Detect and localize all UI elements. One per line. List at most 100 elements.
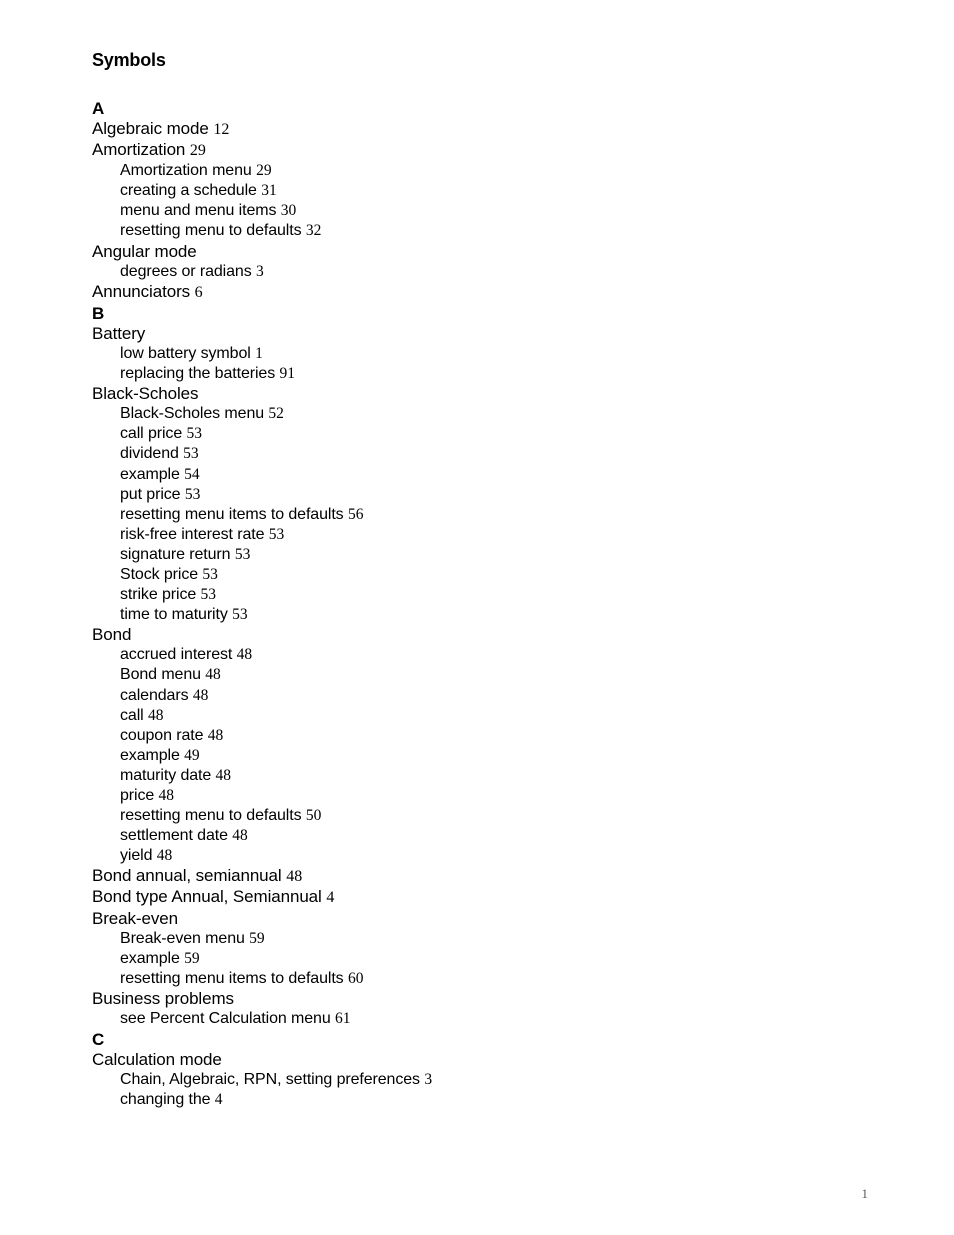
index-entry: Bond type Annual, Semiannual 4 xyxy=(92,887,852,908)
index-subentry: time to maturity 53 xyxy=(120,605,852,625)
page-title: Symbols xyxy=(92,50,166,70)
index-section: A Algebraic mode 12 Amortization 29 Amortiz… xyxy=(92,98,852,303)
index-entry-page-number: 31 xyxy=(261,182,277,200)
index-entry-label: low battery symbol xyxy=(120,344,251,362)
index-entry-label: replacing the batteries xyxy=(120,365,276,383)
index-subentry: coupon rate 48 xyxy=(120,726,852,746)
index-entry-page-number: 48 xyxy=(205,666,221,684)
index-subentry: call 48 xyxy=(120,706,852,726)
index-entry-page-number: 60 xyxy=(347,969,364,987)
index-entry-page-number: 30 xyxy=(280,202,297,220)
index-entry-label: Stock price xyxy=(120,565,199,583)
index-subentry: degrees or radians 3 xyxy=(120,262,852,282)
index-entry-label: put price xyxy=(120,485,181,503)
index-entry-page-number: 49 xyxy=(184,746,200,764)
index-entry-label: menu and menu items xyxy=(120,202,277,220)
index-entry-label: maturity date xyxy=(120,766,212,784)
index-entry-page-number: 50 xyxy=(305,807,322,825)
index-entry-label: Break-even menu xyxy=(120,929,245,947)
index-entry-page-number: 48 xyxy=(158,787,175,804)
index-entry-page-number: 4 xyxy=(214,1091,223,1109)
index-list: A Algebraic mode 12 Amortization 29 Amortiz… xyxy=(92,98,852,1110)
index-entry-label: strike price xyxy=(120,586,197,604)
index-subentry: see Percent Calculation menu 61 xyxy=(120,1009,852,1029)
index-section: B Battery low battery symbol 1 replacing th… xyxy=(92,303,852,1029)
section-letter-heading: B xyxy=(92,303,105,323)
index-entry-label: example xyxy=(120,949,180,967)
index-entry-label: example xyxy=(120,465,180,483)
index-entry-page-number: 54 xyxy=(184,465,200,483)
index-subentry: signature return 53 xyxy=(120,545,852,565)
index-subentry: low battery symbol 1 xyxy=(120,344,852,364)
index-entry-label: Algebraic mode xyxy=(92,119,209,138)
index-entry-label: Bond type Annual, Semiannual xyxy=(92,887,322,907)
index-entry-label: resetting menu items to defaults xyxy=(120,969,344,987)
index-entry-label: coupon rate xyxy=(120,726,204,744)
index-subentry: example 54 xyxy=(120,465,852,485)
index-subentry: Break-even menu 59 xyxy=(120,929,852,949)
index-entry: Algebraic mode 12 xyxy=(92,119,852,140)
index-entry-page-number: 48 xyxy=(192,686,209,704)
index-entry-page-number: 48 xyxy=(156,847,173,865)
index-entry-label: resetting menu to defaults xyxy=(120,807,302,825)
index-entry-page-number: 53 xyxy=(184,485,201,503)
index-entry-label: price xyxy=(120,787,155,804)
index-subentry: settlement date 48 xyxy=(120,826,852,846)
index-entry: Battery xyxy=(92,324,852,344)
index-entry: Annunciators 6 xyxy=(92,282,852,303)
index-entry-page-number: 53 xyxy=(183,445,199,463)
index-entry-label: Angular mode xyxy=(92,241,197,261)
index-entry-page-number: 53 xyxy=(234,545,251,563)
index-entry: Calculation mode xyxy=(92,1050,852,1070)
section-letter-heading: A xyxy=(92,99,105,118)
index-entry-page-number: 53 xyxy=(268,525,285,543)
index-entry-label: dividend xyxy=(120,445,179,463)
index-entry-label: call xyxy=(120,706,144,724)
index-entry-page-number: 91 xyxy=(279,365,296,383)
index-entry-page-number: 3 xyxy=(424,1071,433,1089)
index-entry-page-number: 56 xyxy=(347,505,364,523)
index-entry-page-number: 6 xyxy=(194,283,203,301)
index-entry-page-number: 48 xyxy=(147,706,164,724)
index-entry-label: Bond menu xyxy=(120,666,201,684)
index-entry: Business problems xyxy=(92,989,852,1009)
index-entry-label: signature return xyxy=(120,545,231,563)
index-entry-label: Amortization menu xyxy=(120,162,252,180)
index-subentry: Chain, Algebraic, RPN, setting preferenc… xyxy=(120,1070,852,1090)
index-entry: Amortization 29 xyxy=(92,140,852,161)
index-subentry: resetting menu items to defaults 60 xyxy=(120,969,852,989)
index-entry-label: Annunciators xyxy=(92,281,191,301)
index-entry-label: Chain, Algebraic, RPN, setting preferenc… xyxy=(120,1071,420,1089)
index-entry-page-number: 53 xyxy=(232,606,248,624)
index-subentry: call price 53 xyxy=(120,424,852,444)
index-subentry: menu and menu items 30 xyxy=(120,201,852,221)
index-entry: Bond xyxy=(92,625,852,645)
index-entry-label: risk-free interest rate xyxy=(120,525,265,543)
index-entry: Black-Scholes xyxy=(92,384,852,404)
index-subentry: Bond menu 48 xyxy=(120,665,852,685)
index-subentry: resetting menu to defaults 32 xyxy=(120,221,852,241)
index-entry-page-number: 52 xyxy=(268,405,284,423)
index-subentry: example 59 xyxy=(120,949,852,969)
index-entry-label: call price xyxy=(120,425,183,443)
index-subentry: price 48 xyxy=(120,786,852,806)
index-entry-label: Bond annual, semiannual xyxy=(92,866,282,886)
index-subentry: creating a schedule 31 xyxy=(120,181,852,201)
index-entry-label: creating a schedule xyxy=(120,182,257,200)
index-entry: Break-even xyxy=(92,909,852,929)
index-entry-page-number: 53 xyxy=(200,586,217,604)
index-entry: Angular mode xyxy=(92,242,852,262)
index-entry-page-number: 53 xyxy=(202,565,218,583)
index-entry-label: yield xyxy=(120,847,153,865)
index-entry-page-number: 59 xyxy=(249,929,265,947)
index-entry-label: example xyxy=(120,746,180,764)
index-entry-label: Business problems xyxy=(92,988,234,1008)
index-subentry: Amortization menu 29 xyxy=(120,161,852,181)
index-entry-label: Black-Scholes xyxy=(92,384,199,404)
index-entry-page-number: 48 xyxy=(236,646,253,664)
index-subentry: strike price 53 xyxy=(120,585,852,605)
index-entry-label: see Percent Calculation menu xyxy=(120,1010,331,1028)
index-entry-label: Battery xyxy=(92,323,146,343)
index-entry-page-number: 32 xyxy=(305,222,322,240)
index-entry-page-number: 61 xyxy=(335,1010,351,1028)
